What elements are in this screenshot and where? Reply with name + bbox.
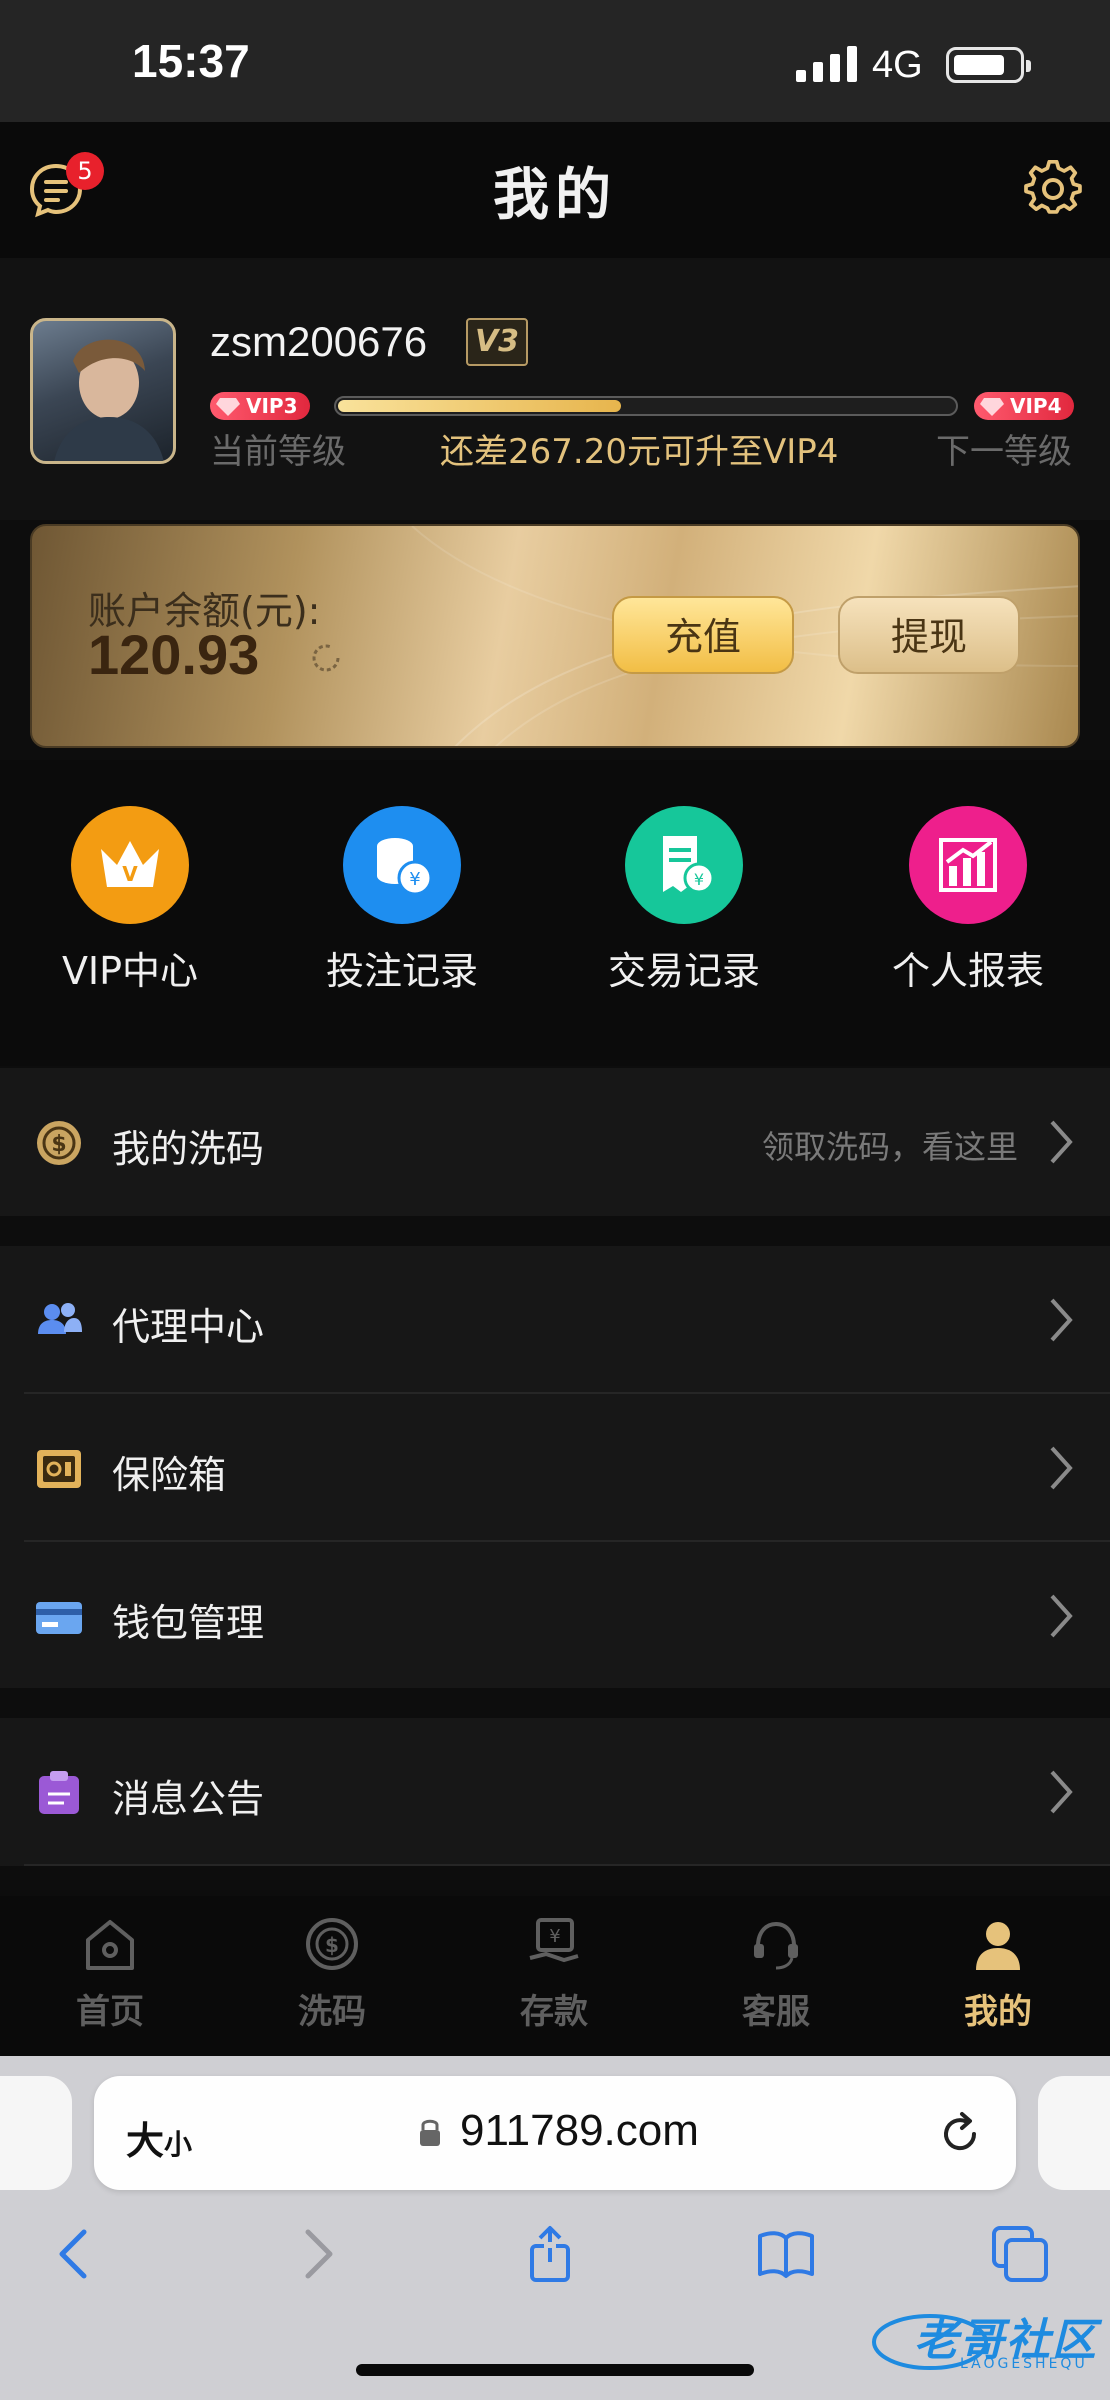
vip-progress-fill bbox=[338, 400, 621, 412]
next-tab-preview[interactable] bbox=[1038, 2076, 1110, 2190]
reload-icon[interactable] bbox=[934, 2108, 986, 2160]
quick-action-label: 投注记录 bbox=[325, 949, 478, 993]
withdraw-button[interactable]: 提现 bbox=[838, 596, 1020, 674]
chevron-right-icon bbox=[1050, 1120, 1073, 1164]
previous-tab-preview[interactable] bbox=[0, 2076, 72, 2190]
home-icon bbox=[86, 1920, 134, 1970]
bet-records-button[interactable]: ¥ 投注记录 bbox=[282, 806, 522, 995]
text-size-small: 小 bbox=[164, 2128, 193, 2161]
quick-action-label: VIP中心 bbox=[61, 949, 199, 993]
crown-icon: V bbox=[71, 806, 189, 924]
card-icon bbox=[36, 1602, 82, 1634]
username: zsm200676 bbox=[210, 318, 428, 365]
personal-report-button[interactable]: 个人报表 bbox=[848, 806, 1088, 995]
people-icon bbox=[38, 1303, 82, 1334]
upgrade-tip: 还差267.20元可升至VIP4 bbox=[440, 432, 839, 472]
dollar-coin-icon: $ bbox=[37, 1121, 81, 1165]
rebate-icon: $ bbox=[306, 1918, 358, 1970]
chevron-right-icon bbox=[1050, 1298, 1073, 1342]
url-text: 911789.com bbox=[460, 2106, 699, 2155]
forward-icon[interactable] bbox=[286, 2224, 346, 2284]
tab-label: 我的 bbox=[964, 1992, 1032, 2032]
next-level-label: 下一等级 bbox=[936, 432, 1072, 472]
svg-text:¥: ¥ bbox=[694, 870, 704, 889]
tab-label: 洗码 bbox=[298, 1992, 366, 2032]
home-indicator bbox=[356, 2364, 754, 2376]
status-time: 15:37 bbox=[132, 35, 250, 87]
chart-icon bbox=[909, 806, 1027, 924]
bookmarks-icon[interactable] bbox=[756, 2224, 816, 2284]
back-icon[interactable] bbox=[46, 2224, 106, 2284]
user-icon bbox=[976, 1922, 1020, 1970]
page-title: 我的 bbox=[493, 163, 617, 228]
menu-label-wallet: 钱包管理 bbox=[112, 1601, 265, 1645]
watermark-subtext: LAOGESHEQU bbox=[960, 2356, 1088, 2372]
tab-label: 首页 bbox=[76, 1992, 144, 2032]
tab-home[interactable]: 首页 bbox=[35, 1914, 185, 2033]
current-level-label: 当前等级 bbox=[210, 432, 346, 472]
tabs-icon[interactable] bbox=[990, 2224, 1050, 2284]
avatar[interactable] bbox=[30, 318, 176, 464]
tab-rebate[interactable]: $ 洗码 bbox=[257, 1914, 407, 2033]
receipt-icon: ¥ bbox=[625, 806, 743, 924]
divider bbox=[24, 1864, 1110, 1866]
chevron-right-icon bbox=[1050, 1446, 1073, 1490]
menu-label-notice: 消息公告 bbox=[112, 1777, 265, 1821]
svg-text:¥: ¥ bbox=[409, 869, 420, 890]
diamond-icon bbox=[980, 398, 1004, 416]
current-vip-label: VIP3 bbox=[246, 394, 298, 418]
svg-text:$: $ bbox=[325, 1933, 339, 1957]
refresh-icon[interactable] bbox=[308, 640, 344, 676]
coins-icon: ¥ bbox=[343, 806, 461, 924]
chevron-right-icon bbox=[1050, 1770, 1073, 1814]
lock-icon bbox=[420, 2119, 440, 2146]
transaction-records-button[interactable]: ¥ 交易记录 bbox=[564, 806, 804, 995]
svg-text:¥: ¥ bbox=[549, 1926, 560, 1947]
next-vip-pill: VIP4 bbox=[974, 392, 1074, 420]
tab-label: 存款 bbox=[520, 1992, 588, 2032]
svg-text:$: $ bbox=[51, 1132, 66, 1157]
tab-deposit[interactable]: ¥ 存款 bbox=[479, 1914, 629, 2033]
menu-label-rebate: 我的洗码 bbox=[112, 1127, 265, 1171]
charge-button[interactable]: 充值 bbox=[612, 596, 794, 674]
share-icon[interactable] bbox=[520, 2224, 580, 2284]
quick-action-label: 交易记录 bbox=[607, 949, 760, 993]
svg-text:V: V bbox=[122, 862, 138, 886]
next-vip-label: VIP4 bbox=[1010, 394, 1062, 418]
tab-mine[interactable]: 我的 bbox=[923, 1914, 1073, 2033]
tab-label: 客服 bbox=[742, 1992, 810, 2032]
avatar-photo bbox=[54, 339, 164, 461]
level-badge: V3 bbox=[466, 318, 528, 366]
network-type: 4G bbox=[872, 44, 923, 86]
support-icon bbox=[754, 1921, 798, 1970]
vip-progress-bar bbox=[334, 396, 958, 416]
menu-label-safe: 保险箱 bbox=[112, 1453, 227, 1497]
chevron-right-icon bbox=[1050, 1594, 1073, 1638]
text-size-button[interactable]: 大小 bbox=[126, 2110, 192, 2165]
balance-value: 120.93 bbox=[88, 623, 260, 686]
menu-label-agent: 代理中心 bbox=[112, 1305, 265, 1349]
safe-icon bbox=[37, 1450, 81, 1488]
text-size-large: 大 bbox=[126, 2119, 165, 2163]
clipboard-icon bbox=[39, 1771, 79, 1814]
current-vip-pill: VIP3 bbox=[210, 392, 310, 420]
signal-icon bbox=[796, 46, 857, 82]
diamond-icon bbox=[216, 398, 240, 416]
menu-hint-rebate: 领取洗码，看这里 bbox=[761, 1128, 1018, 1166]
battery-icon bbox=[946, 47, 1031, 83]
gear-icon[interactable] bbox=[1024, 160, 1082, 218]
deposit-icon: ¥ bbox=[529, 1918, 579, 1963]
vip-center-button[interactable]: V VIP中心 bbox=[10, 806, 250, 995]
quick-action-label: 个人报表 bbox=[891, 949, 1044, 993]
tab-support[interactable]: 客服 bbox=[701, 1914, 851, 2033]
